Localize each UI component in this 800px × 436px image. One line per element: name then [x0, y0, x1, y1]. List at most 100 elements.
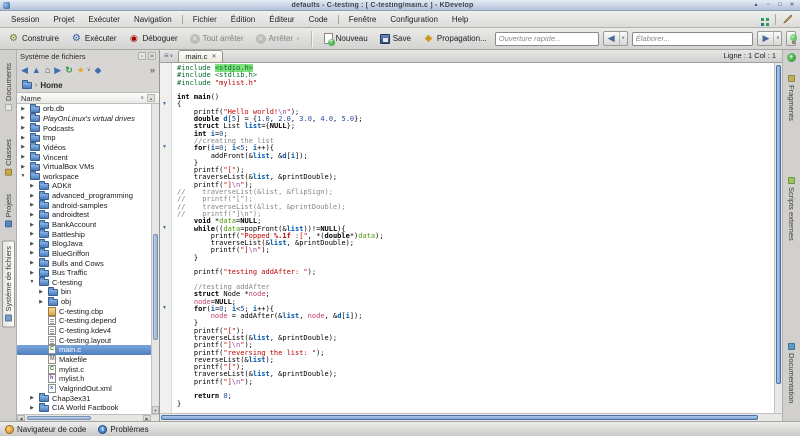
menu-projet[interactable]: Projet — [46, 13, 81, 26]
code-line[interactable]: return 0; — [177, 393, 774, 400]
expander-icon[interactable]: ▶ — [37, 289, 45, 295]
home-icon[interactable]: ⌂ — [45, 62, 50, 78]
code-line[interactable]: printf("]\n"); — [177, 247, 774, 254]
expander-icon[interactable]: ▶ — [28, 212, 36, 218]
code-line[interactable]: } — [177, 320, 774, 327]
chevron-down-icon[interactable]: ∨ — [140, 95, 144, 101]
code-line[interactable]: reverseList(&list); — [177, 357, 774, 364]
code-line[interactable]: printf("testing addAfter: "); — [177, 269, 774, 276]
toolbar-button-arreter[interactable]: ✕Arrêter∨ — [252, 32, 304, 46]
expander-icon[interactable]: ▶ — [28, 395, 36, 401]
tree-item-mylist-h[interactable]: mylist.h — [17, 374, 151, 384]
fold-marker-icon[interactable]: ▼ — [162, 225, 167, 231]
code-line[interactable]: // traverseList(&list, &flipSign); — [177, 189, 774, 196]
expander-icon[interactable]: ▶ — [28, 260, 36, 266]
maximize-button[interactable]: □ — [775, 1, 785, 9]
tree-item-mylist-c[interactable]: mylist.c — [17, 364, 151, 374]
tree-item-blogjava[interactable]: ▶BlogJava — [17, 239, 151, 249]
tree-item-cia-world-factbook[interactable]: ▶CIA World Factbook — [17, 403, 151, 413]
code-line[interactable]: int main() — [177, 94, 774, 101]
fold-marker-icon[interactable]: ▼ — [162, 101, 167, 107]
tree-item-tmp[interactable]: ▶tmp — [17, 133, 151, 143]
expander-icon[interactable]: ▶ — [19, 106, 27, 112]
tree-item-androidtest[interactable]: ▶androidtest — [17, 210, 151, 220]
expander-icon[interactable]: ▶ — [28, 270, 36, 276]
code-line[interactable]: traverseList(&list, &printDouble); — [177, 371, 774, 378]
fold-marker-icon[interactable]: ▼ — [162, 305, 167, 311]
tool-tab-projets[interactable]: Projets — [3, 189, 14, 232]
detach-panel-icon[interactable]: ▫ — [138, 52, 146, 60]
code-line[interactable]: struct Node *node; — [177, 291, 774, 298]
code-line[interactable]: traverseList(&list, &printDouble); — [177, 174, 774, 181]
tree-item-advanced-programming[interactable]: ▶advanced_programming — [17, 191, 151, 201]
code-line[interactable]: } — [177, 401, 774, 408]
code-line[interactable]: } — [177, 255, 774, 262]
toolbar-button-deboguer[interactable]: ◉Déboguer — [124, 31, 181, 46]
statusbar-button-problemes[interactable]: iProblèmes — [98, 425, 148, 434]
tree-item-c-testing-layout[interactable]: C-testing.layout — [17, 335, 151, 345]
tree-item-podcasts[interactable]: ▶Podcasts — [17, 123, 151, 133]
tool-tab-scripts-externes[interactable]: Scripts externes — [786, 172, 797, 246]
toolbar-button-executer[interactable]: ⚙Exécuter — [67, 31, 121, 46]
scroll-down-icon[interactable]: ▼ — [152, 406, 159, 414]
statusbar-button-navigateur-de-code[interactable]: Navigateur de code — [5, 425, 86, 434]
code-line[interactable]: #include <stdlib.h> — [177, 72, 774, 79]
menu-executer[interactable]: Exécuter — [81, 13, 127, 26]
tab-main-c[interactable]: main.c ✕ — [178, 50, 223, 62]
expander-icon[interactable]: ▶ — [28, 193, 36, 199]
expander-icon[interactable]: ▼ — [19, 173, 27, 179]
toolbar-button-tout-arreter[interactable]: ✕Tout arrêter — [186, 32, 248, 46]
expander-icon[interactable]: ▶ — [37, 299, 45, 305]
expander-icon[interactable]: ▶ — [19, 144, 27, 150]
close-icon[interactable]: ✕ — [211, 53, 216, 60]
tree-item-orb-db[interactable]: ▶orb.db — [17, 104, 151, 114]
expander-icon[interactable]: ▶ — [28, 250, 36, 256]
tree-item-bluegriffon[interactable]: ▶BlueGriffon — [17, 249, 151, 259]
tool-tab-documentation[interactable]: Documentation — [786, 338, 797, 408]
chevron-down-icon[interactable]: ∨ — [773, 32, 781, 45]
minimize-button[interactable]: − — [763, 1, 773, 9]
tree-item-bus-traffic[interactable]: ▶Bus Traffic — [17, 268, 151, 278]
plus-icon[interactable]: + — [787, 53, 796, 62]
elaborate-input[interactable] — [632, 32, 754, 46]
tree-item-c-testing[interactable]: ▼C-testing — [17, 278, 151, 288]
tree-item-workspace[interactable]: ▼workspace — [17, 171, 151, 181]
scroll-up-icon[interactable]: ▲ — [147, 94, 155, 102]
tree-vertical-scrollbar[interactable]: ▼ — [151, 104, 159, 414]
tree-item-main-c[interactable]: main.c — [17, 345, 151, 355]
expander-icon[interactable]: ▶ — [28, 241, 36, 247]
tree-item-adkit[interactable]: ▶ADKit — [17, 181, 151, 191]
tool-tab-fragments[interactable]: Fragments — [786, 70, 797, 126]
tree-item-playonlinux-s-virtual-drives[interactable]: ▶PlayOnLinux's virtual drives — [17, 114, 151, 124]
scrollbar-thumb[interactable] — [161, 415, 758, 420]
tool-tab-classes[interactable]: Classes — [3, 134, 14, 181]
code-line[interactable]: // printf("]\n"); — [177, 211, 774, 218]
up-icon[interactable]: ▲ — [32, 62, 41, 78]
code-line[interactable]: printf("]\n"); — [177, 379, 774, 386]
tree-item-c-testing-kdev4[interactable]: C-testing.kdev4 — [17, 326, 151, 336]
more-icon[interactable]: » — [150, 62, 155, 78]
tool-tab-systeme-de-fichiers[interactable]: Système de fichiers — [2, 240, 15, 327]
next-button[interactable]: ▶ ∨ — [757, 31, 782, 46]
expander-icon[interactable]: ▶ — [19, 154, 27, 160]
expander-icon[interactable]: ▶ — [28, 202, 36, 208]
breadcrumb[interactable]: › Home — [17, 78, 159, 92]
expander-icon[interactable]: ▶ — [28, 222, 36, 228]
breadcrumb-home[interactable]: Home — [40, 81, 62, 90]
tree-item-vincent[interactable]: ▶Vincent — [17, 152, 151, 162]
expander-icon[interactable]: ▼ — [28, 279, 36, 285]
document-list-button[interactable]: ≡ ∨ — [162, 50, 175, 61]
previous-button[interactable]: ◀ ∨ — [603, 31, 628, 46]
tree-item-virtualbox-vms[interactable]: ▶VirtualBox VMs — [17, 162, 151, 172]
keep-above-button[interactable]: ▴ — [751, 1, 761, 9]
expander-icon[interactable]: ▶ — [19, 135, 27, 141]
menu-configuration[interactable]: Configuration — [383, 13, 445, 26]
places-icon[interactable]: ◆ — [95, 62, 102, 78]
code-line[interactable]: addFront(&list, &d[i]); — [177, 153, 774, 160]
tree-item-videos[interactable]: ▶Vidéos — [17, 143, 151, 153]
menu-navigation[interactable]: Navigation — [127, 13, 179, 26]
code-line[interactable]: struct List list={NULL}; — [177, 123, 774, 130]
tree-item-bulls-and-cows[interactable]: ▶Bulls and Cows — [17, 258, 151, 268]
menu-session[interactable]: Session — [4, 13, 46, 26]
tree-item-valgrindout-xml[interactable]: ValgrindOut.xml — [17, 384, 151, 394]
